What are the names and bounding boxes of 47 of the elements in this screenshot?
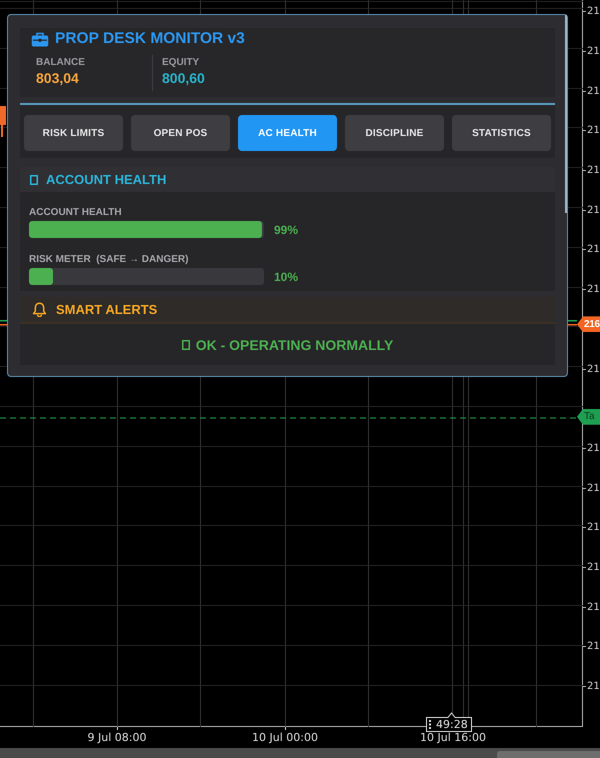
- countdown-text: 49:28: [436, 718, 468, 731]
- price-marker: Ta: [577, 408, 600, 425]
- price-label: 21: [586, 641, 600, 652]
- price-label: 21: [586, 204, 600, 216]
- price-label: 21: [586, 165, 600, 176]
- scrollbar-thumb[interactable]: [497, 751, 600, 758]
- price-label: 21: [586, 86, 600, 97]
- panel-title: PROP DESK MONITOR v3: [55, 29, 245, 49]
- level-line: [568, 320, 577, 322]
- price-line: [568, 324, 577, 326]
- price-label: 21: [586, 482, 600, 494]
- section-title: SMART ALERTS: [56, 302, 158, 317]
- price-marker: 216: [577, 316, 600, 332]
- tab[interactable]: RISK LIMITS: [24, 115, 123, 151]
- square-outline-icon: [30, 174, 38, 184]
- meter-reading: 99%: [274, 222, 298, 236]
- price-label: 21: [586, 562, 600, 573]
- stat-value: 803,04: [36, 70, 80, 87]
- stat-label: EQUITY: [162, 57, 200, 69]
- price-label: 21: [586, 602, 600, 613]
- tab[interactable]: STATISTICS: [452, 115, 551, 151]
- price-label: 21: [586, 284, 600, 296]
- time-label: 9 Jul 08:00: [88, 730, 146, 746]
- stat-value: 800,60: [162, 70, 206, 87]
- section-title: ACCOUNT HEALTH: [46, 172, 166, 187]
- price-label: 21: [586, 46, 600, 58]
- price-label: 21: [586, 442, 600, 454]
- price-label: 21: [586, 6, 600, 18]
- price-label: 21: [586, 364, 600, 375]
- stat-label: BALANCE: [36, 57, 86, 69]
- candle: [0, 106, 6, 137]
- price-label: 21: [586, 125, 600, 136]
- time-label: 10 Jul 16:00: [420, 730, 486, 746]
- price-label: 21: [586, 681, 600, 692]
- price-label: 21: [586, 244, 600, 256]
- meter-label: ACCOUNT HEALTH: [29, 207, 122, 219]
- briefcase-icon: [31, 32, 49, 46]
- tab[interactable]: DISCIPLINE: [345, 115, 444, 151]
- bell-icon: [32, 302, 47, 317]
- price-label: 21: [586, 522, 600, 534]
- status-message: OK - OPERATING NORMALLY: [196, 336, 394, 352]
- time-label: 10 Jul 00:00: [252, 730, 318, 746]
- tab[interactable]: OPEN POS: [131, 115, 230, 151]
- scrollbar-thumb[interactable]: [565, 15, 567, 213]
- meter-reading: 10%: [274, 270, 298, 284]
- square-outline-icon: [182, 340, 190, 350]
- meter-label: RISK METER (SAFE → DANGER): [29, 254, 188, 266]
